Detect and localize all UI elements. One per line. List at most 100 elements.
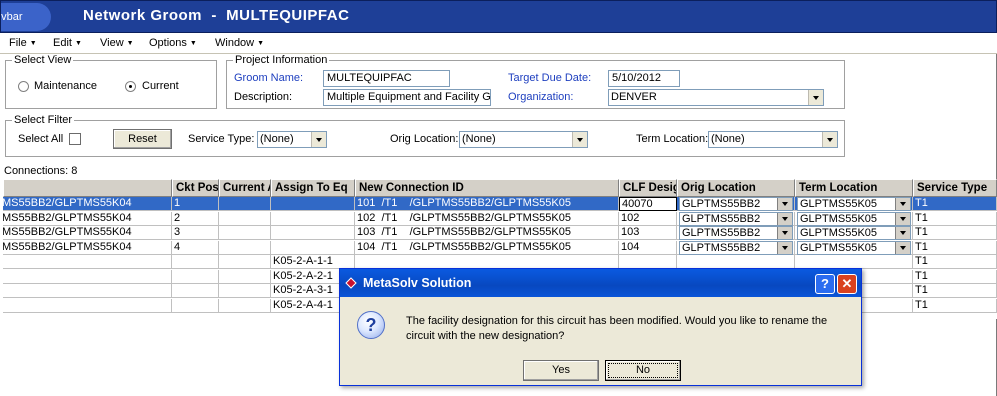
chevron-down-icon[interactable] [777,227,792,239]
dialog-message: The facility designation for this circui… [406,315,828,342]
table-cell [172,298,219,313]
table-cell: T1 [913,211,997,226]
menu-window[interactable]: Window ▼ [215,37,264,49]
table-cell: MS55BB2/GLPTMS55K04 [3,197,172,211]
chevron-down-icon[interactable] [895,227,910,239]
table-cell: 103 /T1 /GLPTMS55BB2/GLPTMS55K05 [355,226,619,240]
term-location-value: (None) [711,133,745,145]
chevron-down-icon[interactable] [822,132,837,147]
orig-location-cell-select[interactable]: GLPTMS55BB2 [679,211,793,226]
new-connection-id-col-header[interactable]: New Connection ID [355,179,619,197]
maintenance-radio[interactable] [18,81,29,92]
orig-location-select[interactable]: (None) [459,131,588,148]
table-cell [3,269,172,284]
table-cell: MS55BB2/GLPTMS55K04 [3,226,172,240]
service-type-value: (None) [260,133,294,145]
assign-to-eq-col-header[interactable]: Assign To Eq [271,179,355,197]
table-cell[interactable]: 40070 [619,197,677,211]
table-cell: 103 [619,226,677,240]
main-content: Select View Maintenance Current Project … [0,54,997,396]
table-cell: T1 [913,298,997,313]
menu-file[interactable]: File ▼ [9,37,37,49]
no-button[interactable]: No [605,360,681,381]
orig-location-cell-select[interactable]: GLPTMS55BB2 [679,226,793,240]
service-type-col-header[interactable]: Service Type [913,179,997,197]
table-cell [619,255,677,269]
table-cell: T1 [913,197,997,211]
navbar-tab[interactable]: avbar [1,3,51,31]
chevron-down-icon[interactable] [777,212,792,225]
table-cell: 102 [619,211,677,226]
table-cell: 1 [172,197,219,211]
term-location-cell-select[interactable]: GLPTMS55K05 [797,211,911,226]
chevron-down-icon[interactable] [311,132,326,147]
table-cell: 3 [172,226,219,240]
chevron-down-icon[interactable] [895,198,910,210]
ckt-pos-col-header[interactable]: Ckt Pos [172,179,219,197]
term-location-cell-select[interactable]: GLPTMS55K05 [797,240,911,255]
target-due-date-field[interactable]: 5/10/2012 [608,70,680,87]
current-a-col-header[interactable]: Current A [219,179,271,197]
close-icon[interactable]: ✕ [837,274,857,294]
table-cell [355,255,619,269]
select-all-checkbox[interactable] [69,133,81,145]
table-cell [271,226,355,240]
chevron-down-icon[interactable] [777,241,792,254]
cell-select-value: GLPTMS55BB2 [682,212,761,225]
select-filter-group: Select Filter Select All Reset Service T… [5,114,845,157]
menu-options[interactable]: Options ▼ [149,37,197,49]
orig-location-value: (None) [462,133,496,145]
target-due-date-label: Target Due Date: [508,72,592,84]
chevron-down-icon[interactable] [895,212,910,225]
app-title-bar: avbar Network Groom - MULTEQUIPFAC [0,0,997,33]
chevron-down-icon[interactable] [808,90,823,105]
organization-label: Organization: [508,91,574,103]
select-view-group: Select View Maintenance Current [5,54,217,109]
term-location-select[interactable]: (None) [708,131,838,148]
table-cell: T1 [913,226,997,240]
current-radio[interactable] [125,81,136,92]
groom-name-label: Groom Name: [234,72,304,84]
question-icon: ? [357,311,385,339]
term-location-cell-select[interactable]: GLPTMS55K05 [797,197,911,211]
connections-count: Connections: 8 [4,165,78,177]
menu-edit[interactable]: Edit ▼ [53,37,82,49]
service-type-select[interactable]: (None) [257,131,327,148]
cell-select-value: GLPTMS55BB2 [682,198,761,210]
maintenance-label: Maintenance [34,80,97,92]
dialog-title-bar[interactable]: MetaSolv Solution ? ✕ [340,269,861,297]
cell-select-value: GLPTMS55BB2 [682,241,761,254]
chevron-down-icon[interactable] [895,241,910,254]
orig-location-col-header[interactable]: Orig Location [677,179,795,197]
term-location-cell-select[interactable]: GLPTMS55K05 [797,226,911,240]
table-cell [219,269,271,284]
reset-button[interactable]: Reset [113,129,172,149]
table-cell: MS55BB2/GLPTMS55K04 [3,240,172,255]
table-cell [219,255,271,269]
orig-location-cell-select[interactable]: GLPTMS55BB2 [679,197,793,211]
table-cell [3,284,172,298]
table-cell [219,211,271,226]
table-cell [677,255,795,269]
chevron-down-icon[interactable] [572,132,587,147]
help-icon[interactable]: ? [815,274,835,294]
organization-select[interactable]: DENVER [608,89,824,106]
term-location-col-header[interactable]: Term Location [795,179,913,197]
table-cell [219,226,271,240]
window-title: Network Groom - MULTEQUIPFAC [83,7,350,24]
clf-desig-col-header[interactable]: CLF Desig [619,179,677,197]
chevron-down-icon[interactable] [777,198,792,210]
table-cell: T1 [913,284,997,298]
menu-view[interactable]: View ▼ [100,37,134,49]
groom-name-field[interactable]: MULTEQUIPFAC [323,70,450,87]
yes-button[interactable]: Yes [523,360,599,381]
table-cell [172,269,219,284]
table-cell: 101 /T1 /GLPTMS55BB2/GLPTMS55K05 [355,197,619,211]
table-cell [271,211,355,226]
description-field[interactable]: Multiple Equipment and Facility Gro [323,89,491,106]
table-cell: T1 [913,269,997,284]
orig-location-cell-select[interactable]: GLPTMS55BB2 [679,240,793,255]
connection-col-header[interactable] [3,179,172,197]
table-cell [172,255,219,269]
term-location-label: Term Location: [636,133,709,145]
